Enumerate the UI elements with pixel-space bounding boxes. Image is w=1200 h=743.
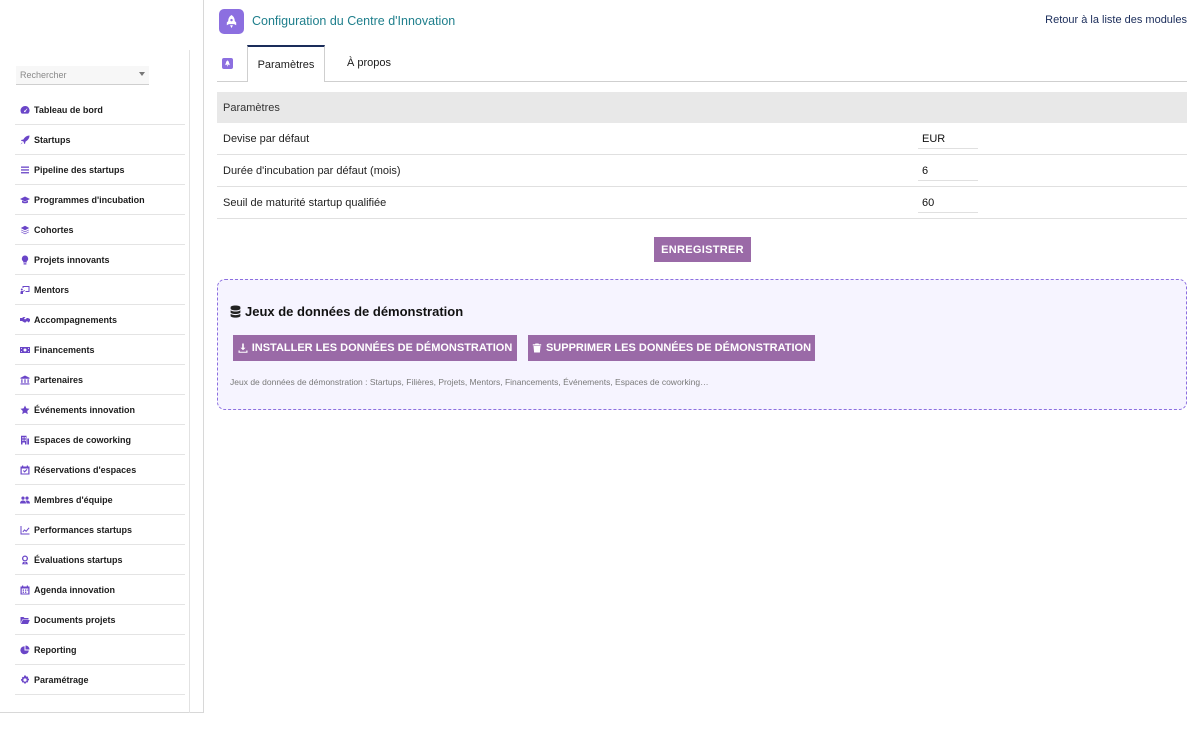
folder-open-icon	[20, 615, 30, 625]
sidebar-item-accompagnements[interactable]: Accompagnements	[15, 305, 185, 335]
calendar-icon	[20, 585, 30, 595]
search-input[interactable]	[16, 66, 131, 84]
sidebar-item-label: Accompagnements	[34, 314, 118, 325]
sidebar-item-label: Événements innovation	[34, 404, 136, 415]
sidebar-menu: Tableau de bord Startups Pipeline des st…	[15, 95, 185, 695]
trash-icon	[532, 343, 542, 353]
chalkboard-teacher-icon	[20, 285, 30, 295]
sidebar-item-label: Évaluations startups	[34, 554, 123, 565]
sidebar-item-parametrage[interactable]: Paramétrage	[15, 665, 185, 695]
sidebar-item-programmes[interactable]: Programmes d'incubation	[15, 185, 185, 215]
pie-chart-icon	[20, 645, 30, 655]
sidebar-item-label: Mentors	[34, 284, 70, 295]
sidebar-item-membres[interactable]: Membres d'équipe	[15, 485, 185, 515]
parameters-section-header: Paramètres	[217, 92, 1187, 123]
default-currency-field[interactable]	[918, 129, 978, 149]
rocket-icon	[20, 135, 30, 145]
gear-icon	[20, 675, 30, 685]
sidebar-item-startups[interactable]: Startups	[15, 125, 185, 155]
app-logo-rocket-icon	[219, 9, 244, 34]
save-button[interactable]: ENREGISTRER	[654, 237, 751, 262]
demo-data-description: Jeux de données de démonstration : Start…	[230, 377, 709, 387]
award-icon	[20, 555, 30, 565]
maturity-threshold-field[interactable]	[918, 193, 978, 213]
remove-demo-data-label: SUPPRIMER LES DONNÉES DE DÉMONSTRATION	[545, 342, 812, 354]
sidebar-item-label: Startups	[34, 134, 71, 145]
sidebar-item-label: Partenaires	[34, 374, 84, 385]
sidebar-item-label: Agenda innovation	[34, 584, 115, 595]
param-label: Durée d'incubation par défaut (mois)	[223, 164, 401, 177]
tab-parametres[interactable]: Paramètres	[247, 45, 325, 82]
sidebar-item-agenda[interactable]: Agenda innovation	[15, 575, 185, 605]
list-icon	[20, 165, 30, 175]
sidebar-item-mentors[interactable]: Mentors	[15, 275, 185, 305]
chart-line-icon	[20, 525, 30, 535]
parameters-table: Paramètres Devise par défaut Durée d'inc…	[217, 92, 1187, 219]
sidebar-item-pipeline[interactable]: Pipeline des startups	[15, 155, 185, 185]
demo-data-title: Jeux de données de démonstration	[230, 304, 463, 319]
tab-bar: Paramètres À propos	[217, 45, 1187, 82]
sidebar-item-performances[interactable]: Performances startups	[15, 515, 185, 545]
tab-a-propos[interactable]: À propos	[325, 45, 413, 81]
sidebar-item-label: Reporting	[34, 644, 77, 655]
sidebar-item-cohortes[interactable]: Cohortes	[15, 215, 185, 245]
sidebar-item-label: Projets innovants	[34, 254, 110, 265]
star-icon	[20, 405, 30, 415]
sidebar-item-label: Programmes d'incubation	[34, 194, 145, 205]
sidebar-item-tableau-de-bord[interactable]: Tableau de bord	[15, 95, 185, 125]
default-incubation-duration-field[interactable]	[918, 161, 978, 181]
sidebar-item-evenements[interactable]: Événements innovation	[15, 395, 185, 425]
handshake-icon	[20, 315, 30, 325]
sidebar-item-evaluations[interactable]: Évaluations startups	[15, 545, 185, 575]
sidebar-item-coworking[interactable]: Espaces de coworking	[15, 425, 185, 455]
sidebar-item-label: Documents projets	[34, 614, 116, 625]
sidebar-search[interactable]	[16, 66, 149, 85]
money-bill-icon	[20, 345, 30, 355]
sidebar-item-projets[interactable]: Projets innovants	[15, 245, 185, 275]
landmark-icon	[20, 375, 30, 385]
users-icon	[20, 495, 30, 505]
param-row-devise: Devise par défaut	[217, 123, 1187, 155]
module-rocket-icon	[222, 58, 233, 69]
param-row-duree: Durée d'incubation par défaut (mois)	[217, 155, 1187, 187]
sidebar-item-label: Financements	[34, 344, 95, 355]
building-icon	[20, 435, 30, 445]
database-icon	[230, 305, 241, 318]
graduation-cap-icon	[20, 195, 30, 205]
param-label: Seuil de maturité startup qualifiée	[223, 196, 387, 209]
install-demo-data-label: INSTALLER LES DONNÉES DE DÉMONSTRATION	[251, 342, 513, 354]
sidebar-item-reporting[interactable]: Reporting	[15, 635, 185, 665]
install-demo-data-button[interactable]: INSTALLER LES DONNÉES DE DÉMONSTRATION	[233, 335, 517, 361]
page-title: Configuration du Centre d'Innovation	[252, 14, 456, 28]
param-label: Devise par défaut	[223, 132, 310, 145]
chevron-down-icon[interactable]	[139, 72, 145, 76]
lightbulb-icon	[20, 255, 30, 265]
sidebar-item-label: Paramétrage	[34, 674, 89, 685]
layers-icon	[20, 225, 30, 235]
sidebar-item-label: Pipeline des startups	[34, 164, 125, 175]
demo-data-title-text: Jeux de données de démonstration	[245, 304, 464, 319]
dashboard-icon	[20, 105, 30, 115]
sidebar-item-label: Réservations d'espaces	[34, 464, 137, 475]
sidebar-item-documents[interactable]: Documents projets	[15, 605, 185, 635]
demo-data-panel: Jeux de données de démonstration INSTALL…	[217, 279, 1187, 410]
sidebar-item-label: Performances startups	[34, 524, 133, 535]
sidebar-item-label: Cohortes	[34, 224, 74, 235]
sidebar-item-financements[interactable]: Financements	[15, 335, 185, 365]
download-icon	[238, 343, 248, 353]
param-row-seuil: Seuil de maturité startup qualifiée	[217, 187, 1187, 219]
back-to-modules-link[interactable]: Retour à la liste des modules	[1045, 14, 1187, 26]
sidebar-item-label: Membres d'équipe	[34, 494, 113, 505]
sidebar-item-partenaires[interactable]: Partenaires	[15, 365, 185, 395]
sidebar-item-reservations[interactable]: Réservations d'espaces	[15, 455, 185, 485]
calendar-check-icon	[20, 465, 30, 475]
sidebar-item-label: Tableau de bord	[34, 104, 103, 115]
sidebar-item-label: Espaces de coworking	[34, 434, 132, 445]
sidebar: Tableau de bord Startups Pipeline des st…	[0, 0, 204, 713]
remove-demo-data-button[interactable]: SUPPRIMER LES DONNÉES DE DÉMONSTRATION	[528, 335, 815, 361]
